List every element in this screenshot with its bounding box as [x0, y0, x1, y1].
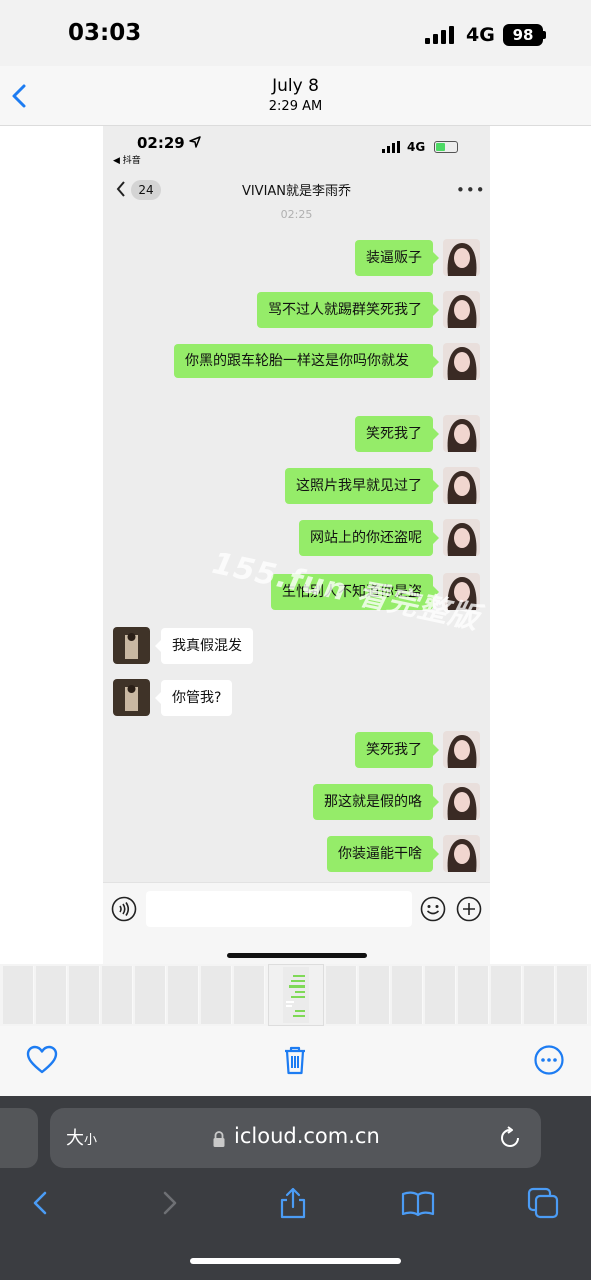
thumbnail[interactable] [69, 966, 100, 1024]
photo-toolbar [0, 1026, 591, 1096]
thumbnail-preview [283, 967, 309, 1023]
message-bubble: 网站上的你还盗呢 [299, 520, 439, 556]
message-bubble: 你黑的跟车轮胎一样这是你吗你就发 [174, 344, 439, 378]
message-input [146, 891, 412, 927]
thumbnail[interactable] [557, 966, 588, 1024]
thumbnail[interactable] [135, 966, 166, 1024]
avatar [443, 467, 480, 504]
embedded-battery-level [436, 143, 445, 151]
text-size-small: 小 [84, 1133, 98, 1148]
thumbnail[interactable] [425, 966, 456, 1024]
chat-title: VIVIAN就是李雨乔 [241, 184, 352, 199]
thumbnail[interactable] [3, 966, 34, 1024]
share-icon[interactable] [276, 1186, 310, 1220]
avatar [443, 291, 480, 328]
bookmarks-icon[interactable] [401, 1186, 435, 1220]
safari-bar: 大小 icloud.com.cn [0, 1096, 591, 1280]
signal-icon [425, 26, 454, 44]
embedded-status-time: 02:29 [137, 134, 185, 152]
status-bar: 03:03 4G 98 [0, 0, 591, 66]
battery-icon: 98 [503, 24, 543, 46]
avatar [443, 835, 480, 872]
chat-more-icon: ••• [456, 181, 486, 199]
address-bar[interactable]: 大小 icloud.com.cn [50, 1108, 541, 1168]
message-bubble: 骂不过人就踢群笑死我了 [257, 292, 439, 328]
photo-date: July 8 [272, 76, 319, 96]
chat-input-bar [103, 882, 490, 964]
emoji-icon [420, 896, 446, 922]
thumbnail-strip[interactable] [0, 964, 591, 1026]
thumbnail-current[interactable] [268, 964, 324, 1026]
ellipsis-circle-icon[interactable] [532, 1043, 566, 1077]
message-bubble: 你管我? [154, 680, 233, 716]
chat-nav-bar: 24 VIVIAN就是李雨乔 ••• [103, 172, 490, 208]
trash-icon[interactable] [278, 1043, 312, 1077]
voice-icon [111, 896, 137, 922]
forward-icon [163, 1191, 177, 1215]
back-icon[interactable] [24, 1186, 58, 1220]
message-bubble: 笑死我了 [355, 732, 439, 768]
thumbnail[interactable] [168, 966, 199, 1024]
home-indicator [190, 1258, 401, 1264]
message-bubble: 笑死我了 [355, 416, 439, 452]
message-bubble: 那这就是假的咯 [313, 784, 439, 820]
message-bubble: 你装逼能干啥 [327, 836, 439, 872]
battery-tip [543, 31, 546, 39]
reload-icon[interactable] [496, 1124, 524, 1152]
message-bubble: 装逼贩子 [355, 240, 439, 276]
thumbnail[interactable] [36, 966, 67, 1024]
embedded-home-indicator [227, 953, 367, 958]
avatar [443, 731, 480, 768]
thumbnail[interactable] [458, 966, 489, 1024]
avatar [443, 239, 480, 276]
thumbnail[interactable] [359, 966, 390, 1024]
message-bubble: 这照片我早就见过了 [285, 468, 439, 504]
tabs-icon[interactable] [526, 1186, 560, 1220]
text-size-big: 大 [66, 1128, 84, 1149]
embedded-signal-icon [382, 141, 400, 153]
plus-icon [456, 896, 482, 922]
avatar [443, 415, 480, 452]
url-text: icloud.com.cn [234, 1124, 380, 1148]
embedded-network: 4G [407, 140, 426, 154]
avatar [443, 783, 480, 820]
avatar [443, 519, 480, 556]
thumbnail[interactable] [524, 966, 555, 1024]
chat-timestamp: 02:25 [280, 208, 313, 221]
thumbnail[interactable] [392, 966, 423, 1024]
thumbnail[interactable] [234, 966, 265, 1024]
avatar [113, 627, 150, 664]
photo-header: July 8 2:29 AM [0, 66, 591, 126]
location-arrow-icon [189, 136, 201, 148]
thumbnail[interactable] [201, 966, 232, 1024]
thumbnail[interactable] [491, 966, 522, 1024]
network-label: 4G [466, 24, 495, 46]
chat-screenshot[interactable]: 02:29 ◀ 抖音 4G 24 VIVIAN就是李雨乔 ••• 02:25 装… [103, 126, 490, 964]
avatar [443, 343, 480, 380]
heart-icon[interactable] [25, 1043, 59, 1077]
status-time: 03:03 [68, 20, 142, 46]
embedded-back-app: ◀ 抖音 [113, 156, 141, 166]
message-bubble: 我真假混发 [155, 628, 253, 664]
thumbnail[interactable] [102, 966, 133, 1024]
avatar [113, 679, 150, 716]
photo-time: 2:29 AM [268, 99, 323, 114]
lock-icon [213, 1131, 225, 1147]
thumbnail[interactable] [326, 966, 357, 1024]
text-size-button[interactable]: 大小 [66, 1124, 97, 1150]
previous-tab[interactable] [0, 1108, 38, 1168]
